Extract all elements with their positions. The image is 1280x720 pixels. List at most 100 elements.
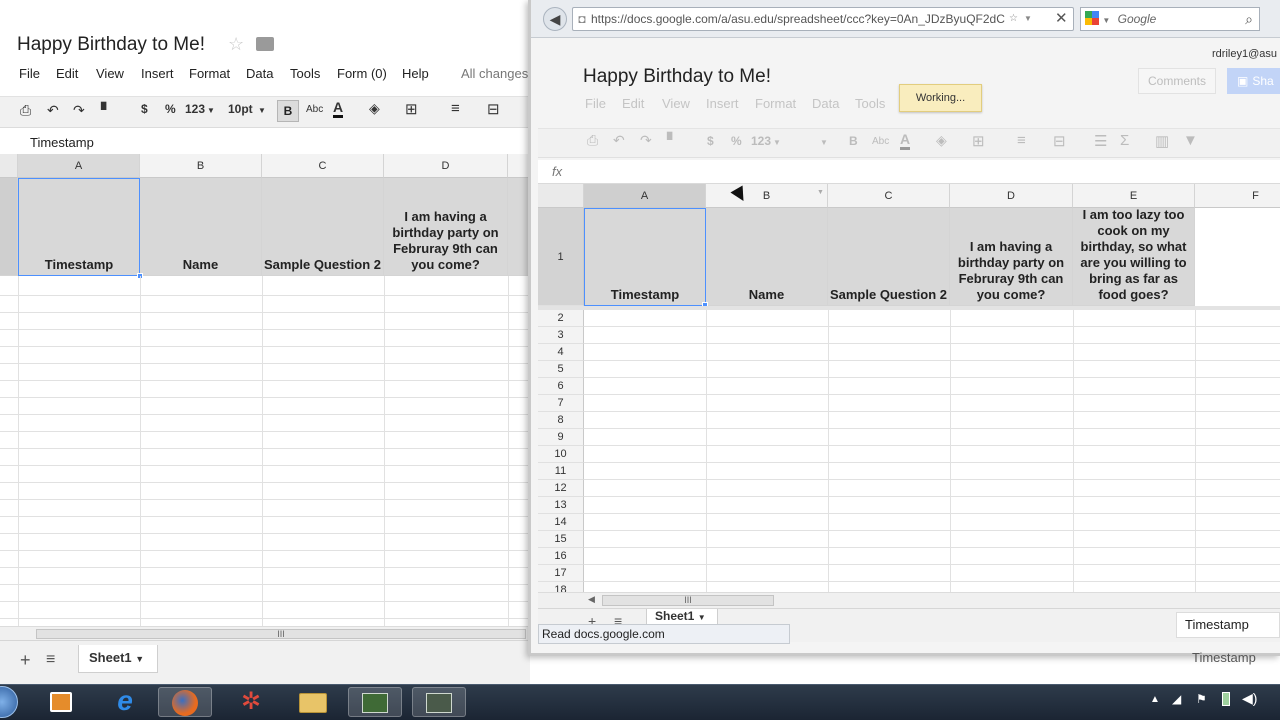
scrollbar-thumb[interactable]: III	[36, 629, 526, 639]
row-header[interactable]: 5	[538, 361, 584, 378]
folder-icon[interactable]	[256, 37, 274, 51]
column-header-c[interactable]: C	[262, 154, 384, 178]
taskbar-app[interactable]: ✲	[224, 687, 278, 717]
strikethrough-button[interactable]: Abc	[306, 104, 323, 115]
row-header[interactable]: 14	[538, 514, 584, 531]
show-hidden-icons-icon[interactable]: ▲	[1150, 694, 1160, 705]
menu-file[interactable]: File	[19, 66, 40, 81]
borders-icon[interactable]: ⊞	[405, 100, 418, 118]
row-header[interactable]: 2	[538, 310, 584, 327]
menu-tools[interactable]: Tools	[855, 96, 885, 111]
row-header[interactable]: 8	[538, 412, 584, 429]
sheet-tab[interactable]: Sheet1 ▼	[78, 645, 158, 673]
menu-data[interactable]: Data	[246, 66, 273, 81]
print-icon[interactable]: ⎙	[20, 102, 31, 119]
filter-icon[interactable]: ▼	[1183, 132, 1198, 149]
row-header-1[interactable]: 1	[538, 208, 584, 306]
merge-icon[interactable]: ⊟	[1053, 132, 1066, 150]
taskbar-media-player[interactable]	[34, 687, 88, 717]
chevron-down-icon[interactable]: ▼	[258, 106, 266, 115]
merge-icon[interactable]: ⊟	[487, 100, 500, 118]
chevron-down-icon[interactable]: ▼	[207, 106, 215, 115]
chevron-down-icon[interactable]: ▼	[1102, 16, 1110, 25]
header-cell[interactable]: I am too lazy too cook on my birthday, s…	[1073, 207, 1195, 306]
network-icon[interactable]: ◢	[1172, 692, 1181, 706]
taskbar-app-window-2[interactable]	[412, 687, 466, 717]
text-color-button[interactable]: A	[333, 100, 344, 118]
battery-icon[interactable]	[1222, 692, 1230, 706]
undo-icon[interactable]: ↶	[47, 102, 59, 119]
column-header-d[interactable]: D	[384, 154, 508, 178]
menu-file[interactable]: File	[585, 96, 606, 111]
menu-edit[interactable]: Edit	[56, 66, 78, 81]
menu-insert[interactable]: Insert	[706, 96, 739, 111]
formula-bar[interactable]: Timestamp	[0, 134, 530, 154]
corner-cell[interactable]	[0, 154, 18, 178]
taskbar-firefox[interactable]	[158, 687, 212, 717]
align-icon[interactable]: ≡	[451, 100, 460, 117]
row-header[interactable]: 15	[538, 531, 584, 548]
header-cell[interactable]: I am having a birthday party on Februray…	[384, 178, 508, 276]
column-header-e[interactable]: E	[1073, 184, 1195, 208]
back-button[interactable]: ◀	[543, 7, 567, 31]
text-color-button[interactable]: A	[900, 132, 911, 150]
header-cell[interactable]: Name	[140, 178, 262, 276]
chevron-down-icon[interactable]: ▼	[773, 138, 781, 147]
history-dropdown-icon[interactable]: ▼	[1024, 14, 1032, 23]
row-header[interactable]: 12	[538, 480, 584, 497]
menu-help[interactable]: Help	[402, 66, 429, 81]
scroll-left-icon[interactable]: ◀	[588, 594, 595, 605]
row-header[interactable]: 7	[538, 395, 584, 412]
menu-tools[interactable]: Tools	[290, 66, 320, 81]
doc-title[interactable]: Happy Birthday to Me!	[583, 66, 771, 88]
chevron-down-icon[interactable]: ▼	[817, 189, 824, 196]
taskbar-explorer[interactable]	[286, 687, 340, 717]
row-header-1[interactable]	[0, 178, 18, 276]
scrollbar-thumb[interactable]: III	[602, 595, 774, 606]
column-header-e-partial[interactable]	[508, 154, 530, 178]
bookmark-star-icon[interactable]: ☆	[1009, 13, 1018, 24]
row-header[interactable]: 17	[538, 565, 584, 582]
header-cell[interactable]: I am having a birthday party on Februray…	[950, 208, 1073, 306]
sheet-tab[interactable]: Sheet1 ▼	[646, 609, 718, 625]
taskbar-internet-explorer[interactable]: e	[98, 687, 152, 717]
column-header-a[interactable]: A	[18, 154, 140, 178]
row-header[interactable]: 16	[538, 548, 584, 565]
frozen-row-divider[interactable]	[538, 306, 1280, 310]
number-format-button[interactable]: 123	[185, 102, 205, 116]
sheet-grid[interactable]: A B C D E F ▼ 1 Timestamp Name Sample Qu…	[538, 184, 1280, 592]
sheet-list-icon[interactable]: ≡	[46, 651, 55, 669]
paint-format-icon[interactable]: ▘	[667, 132, 678, 149]
wrap-icon[interactable]: ☰	[1094, 132, 1107, 150]
column-header-b[interactable]: B	[140, 154, 262, 178]
horizontal-scrollbar[interactable]: ◀ III	[538, 592, 1280, 608]
doc-title[interactable]: Happy Birthday to Me!	[17, 34, 205, 56]
add-sheet-icon[interactable]: +	[20, 650, 31, 671]
header-cell-partial[interactable]	[508, 178, 530, 276]
currency-button[interactable]: $	[141, 102, 148, 116]
column-header-a[interactable]: A	[584, 184, 706, 208]
redo-icon[interactable]: ↷	[73, 102, 85, 119]
menu-edit[interactable]: Edit	[622, 96, 644, 111]
chart-icon[interactable]: ▥	[1155, 132, 1169, 150]
column-header-f[interactable]: F	[1195, 184, 1280, 208]
chevron-down-icon[interactable]: ▼	[698, 613, 706, 622]
row-header[interactable]: 13	[538, 497, 584, 514]
column-header-d[interactable]: D	[950, 184, 1073, 208]
header-cell[interactable]: Sample Question 2	[262, 178, 384, 276]
url-bar[interactable]: ◘ https://docs.google.com/a/asu.edu/sprea…	[572, 7, 1074, 31]
share-button[interactable]: ▣ Sha	[1227, 68, 1280, 94]
print-icon[interactable]: ⎙	[587, 132, 598, 149]
header-cell[interactable]: Timestamp	[18, 178, 140, 276]
redo-icon[interactable]: ↷	[640, 132, 652, 149]
header-cell[interactable]: Name	[706, 208, 828, 306]
number-format-button[interactable]: 123	[751, 134, 771, 148]
paint-format-icon[interactable]: ▘	[101, 102, 112, 119]
row-header[interactable]: 3	[538, 327, 584, 344]
taskbar-app-window[interactable]	[348, 687, 402, 717]
search-box[interactable]: ▼ Google ⌕	[1080, 7, 1260, 31]
menu-data[interactable]: Data	[812, 96, 839, 111]
flag-icon[interactable]: ⚑	[1196, 692, 1207, 706]
strikethrough-button[interactable]: Abc	[872, 136, 889, 147]
chevron-down-icon[interactable]: ▼	[820, 138, 828, 147]
